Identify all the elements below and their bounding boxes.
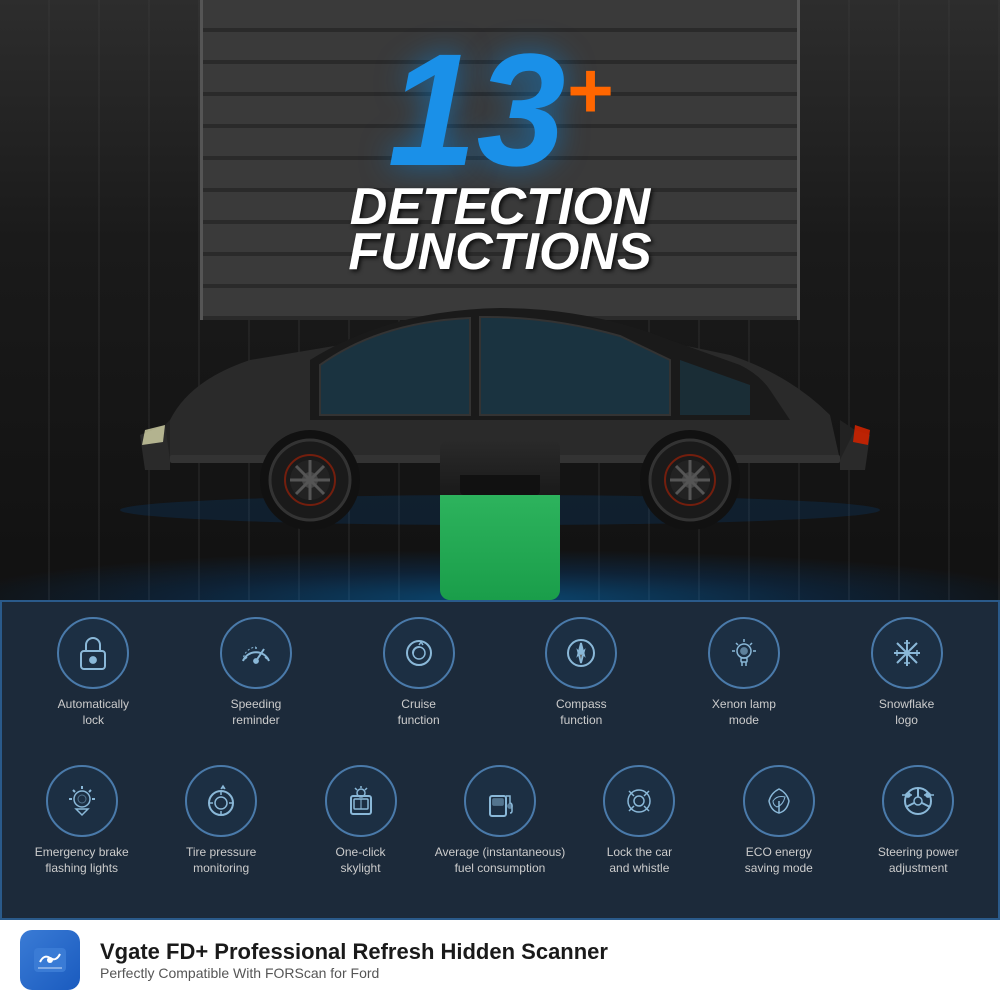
feature-compass-function: Compassfunction [511, 617, 651, 728]
feature-automatically-lock: Automaticallylock [23, 617, 163, 728]
hazard-icon-circle [46, 765, 118, 837]
feature-label-speeding-reminder: Speedingreminder [231, 697, 282, 728]
hazard-icon [62, 781, 102, 821]
xenon-lamp-icon [724, 633, 764, 673]
compass-icon [561, 633, 601, 673]
detection-heading: 13+ DETECTION FUNCTIONS [0, 30, 1000, 279]
feature-label-steering-power: Steering poweradjustment [878, 845, 959, 876]
skylight-icon [341, 781, 381, 821]
feature-label-lock-whistle: Lock the carand whistle [607, 845, 672, 876]
brand-subtitle: Perfectly Compatible With FORScan for Fo… [100, 965, 608, 981]
feature-label-snowflake-logo: Snowflakelogo [879, 697, 934, 728]
eco-icon [759, 781, 799, 821]
skylight-icon-circle [325, 765, 397, 837]
feature-snowflake-logo: Snowflakelogo [837, 617, 977, 728]
feature-label-eco-energy: ECO energysaving mode [745, 845, 813, 876]
features-row-2: Emergency brakeflashing lights [12, 765, 988, 908]
whistle-icon [619, 781, 659, 821]
app-logo-icon [30, 940, 70, 980]
feature-label-tire-pressure: Tire pressuremonitoring [186, 845, 256, 876]
xenon-lamp-icon-circle [708, 617, 780, 689]
tire-icon-circle [185, 765, 257, 837]
snowflake-icon [887, 633, 927, 673]
app-icon [20, 930, 80, 990]
cruise-icon [399, 633, 439, 673]
obd-device [440, 440, 560, 600]
tire-icon [201, 781, 241, 821]
feature-label-automatically-lock: Automaticallylock [58, 697, 129, 728]
brand-title: Vgate FD+ Professional Refresh Hidden Sc… [100, 939, 608, 965]
eco-icon-circle [743, 765, 815, 837]
feature-speeding-reminder: Speedingreminder [186, 617, 326, 728]
branding-text: Vgate FD+ Professional Refresh Hidden Sc… [100, 939, 608, 981]
cruise-icon-circle [383, 617, 455, 689]
plus-display: + [566, 45, 613, 137]
main-container: 13+ DETECTION FUNCTIONS [0, 0, 1000, 1000]
number-display: 13 [388, 30, 566, 190]
feature-label-fuel-consumption: Average (instantaneous)fuel consumption [435, 845, 566, 876]
lock-icon [73, 633, 113, 673]
feature-label-xenon-lamp: Xenon lampmode [712, 697, 776, 728]
feature-steering-power: Steering poweradjustment [849, 765, 988, 876]
bottom-branding: Vgate FD+ Professional Refresh Hidden Sc… [0, 920, 1000, 1000]
features-row-1: Automaticallylock Speedingreminder [12, 617, 988, 760]
obd-top [440, 440, 560, 495]
snowflake-icon-circle [871, 617, 943, 689]
detection-line2: FUNCTIONS [0, 225, 1000, 280]
feature-lock-whistle: Lock the carand whistle [570, 765, 709, 876]
steering-icon-circle [882, 765, 954, 837]
speedometer-icon-circle [220, 617, 292, 689]
lock-icon-circle [57, 617, 129, 689]
fuel-icon [480, 781, 520, 821]
feature-skylight: One-clickskylight [291, 765, 430, 876]
obd-connector [460, 475, 540, 495]
hero-section: 13+ DETECTION FUNCTIONS [0, 0, 1000, 600]
feature-emergency-brake: Emergency brakeflashing lights [12, 765, 151, 876]
feature-label-skylight: One-clickskylight [336, 845, 386, 876]
whistle-icon-circle [603, 765, 675, 837]
feature-tire-pressure: Tire pressuremonitoring [151, 765, 290, 876]
feature-cruise-function: Cruisefunction [349, 617, 489, 728]
feature-fuel-consumption: Average (instantaneous)fuel consumption [430, 765, 569, 876]
obd-body [440, 495, 560, 600]
feature-label-compass-function: Compassfunction [556, 697, 607, 728]
feature-label-cruise-function: Cruisefunction [398, 697, 440, 728]
compass-icon-circle [545, 617, 617, 689]
feature-eco-energy: ECO energysaving mode [709, 765, 848, 876]
feature-xenon-lamp: Xenon lampmode [674, 617, 814, 728]
features-section: Automaticallylock Speedingreminder [0, 600, 1000, 920]
steering-icon [898, 781, 938, 821]
feature-label-emergency-brake: Emergency brakeflashing lights [35, 845, 129, 876]
fuel-icon-circle [464, 765, 536, 837]
speedometer-icon [236, 633, 276, 673]
